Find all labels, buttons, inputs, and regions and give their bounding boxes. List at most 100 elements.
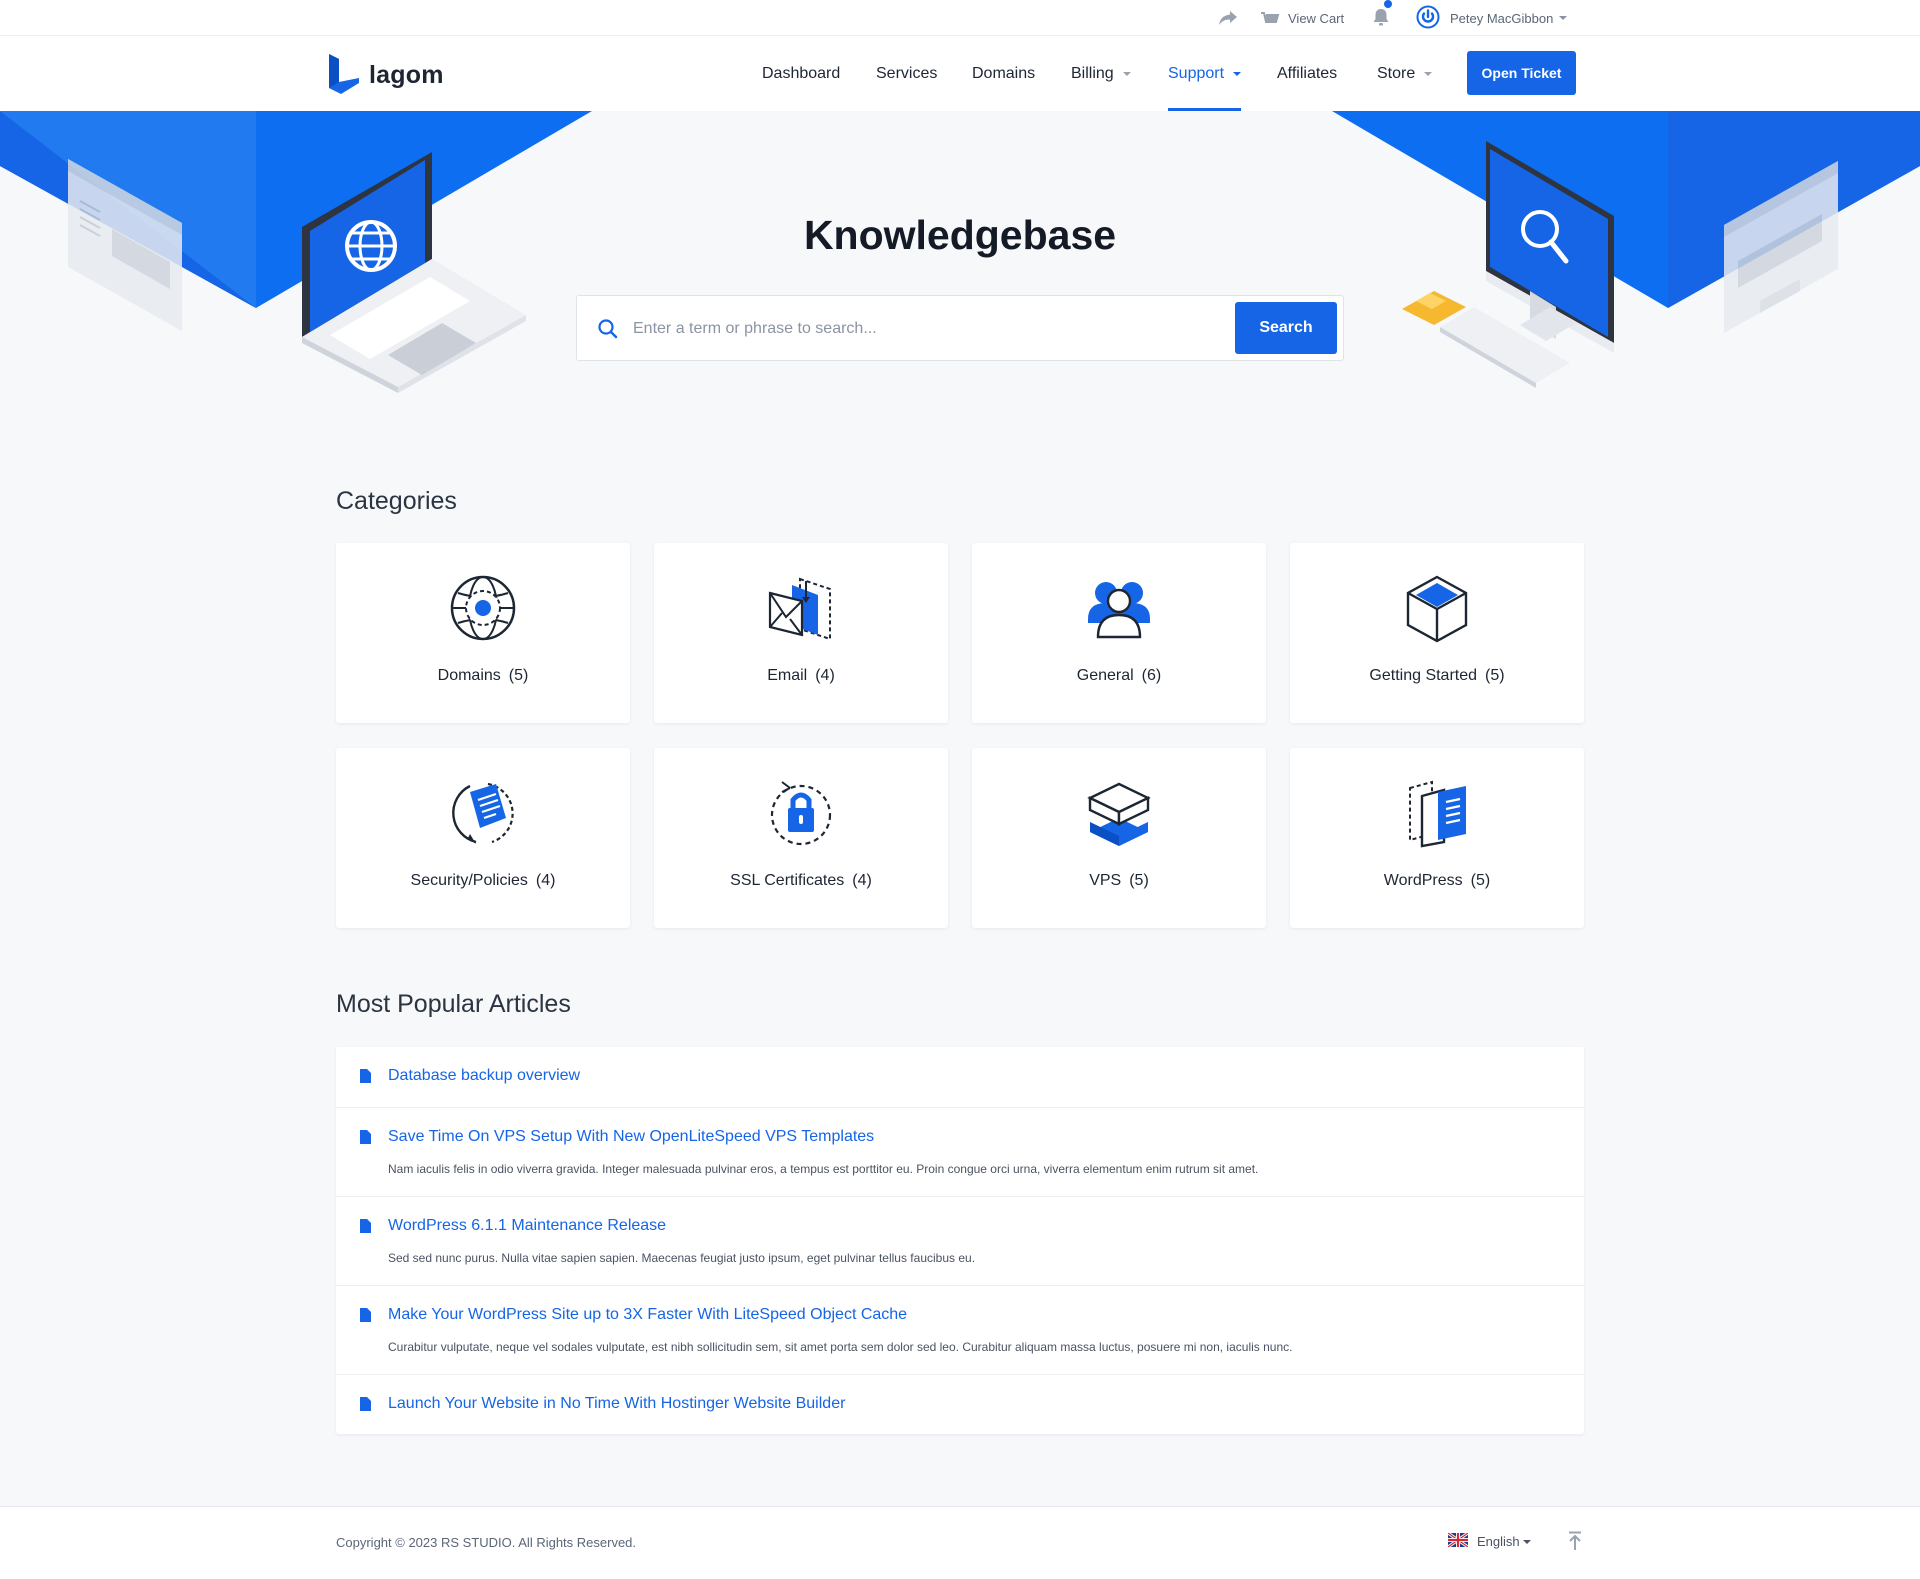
page-footer: Copyright © 2023 RS STUDIO. All Rights R… <box>0 1506 1920 1579</box>
nav-dashboard-label: Dashboard <box>762 64 841 82</box>
brand-logo[interactable]: lagom <box>327 52 444 99</box>
category-label: VPS (5) <box>972 872 1266 890</box>
chevron-down-icon <box>1122 71 1131 76</box>
popular-articles-heading: Most Popular Articles <box>336 990 571 1018</box>
category-count: (4) <box>535 872 556 889</box>
categories-heading: Categories <box>336 487 457 515</box>
lagom-logo-icon <box>327 52 361 99</box>
view-cart-label: View Cart <box>1288 10 1345 26</box>
nav-domains[interactable]: Domains <box>972 36 1035 111</box>
nav-store[interactable]: Store <box>1377 36 1433 111</box>
documents-icon <box>1402 778 1472 848</box>
article-item[interactable]: Save Time On VPS Setup With New OpenLite… <box>336 1108 1584 1197</box>
notification-dot <box>1384 0 1392 8</box>
category-card-domains[interactable]: Domains (5) <box>336 543 630 723</box>
nav-billing-label: Billing <box>1071 64 1114 82</box>
security-document-icon <box>448 778 518 848</box>
nav-affiliates-label: Affiliates <box>1277 64 1338 82</box>
category-name: Getting Started <box>1369 667 1478 684</box>
category-name: Email <box>767 667 808 684</box>
category-name: Domains <box>437 667 501 684</box>
category-label: Domains (5) <box>336 667 630 685</box>
utility-bar: View Cart Petey MacGibbon <box>0 0 1920 36</box>
category-name: General <box>1076 667 1134 684</box>
category-count: (5) <box>1129 872 1149 889</box>
nav-dashboard[interactable]: Dashboard <box>762 36 840 111</box>
nav-support[interactable]: Support <box>1168 36 1242 111</box>
back-to-top-icon[interactable] <box>1567 1531 1583 1556</box>
bell-icon <box>1372 7 1390 30</box>
category-card-ssl-certificates[interactable]: SSL Certificates (4) <box>654 748 948 928</box>
article-item[interactable]: Make Your WordPress Site up to 3X Faster… <box>336 1286 1584 1375</box>
category-card-email[interactable]: Email (4) <box>654 543 948 723</box>
category-label: General (6) <box>972 667 1266 685</box>
nav-affiliates[interactable]: Affiliates <box>1277 36 1337 111</box>
nav-services-label: Services <box>876 64 938 82</box>
main-navigation: lagom Dashboard Services Domains Billing… <box>0 36 1920 111</box>
email-icon <box>766 573 836 643</box>
document-icon <box>360 1219 371 1238</box>
cube-icon <box>1402 573 1472 643</box>
category-count: (6) <box>1141 667 1162 684</box>
brand-name: lagom <box>369 61 444 89</box>
category-name: Security/Policies <box>410 872 528 889</box>
category-count: (5) <box>1485 667 1505 684</box>
kb-search-form: Search <box>576 295 1344 361</box>
open-ticket-button[interactable]: Open Ticket <box>1467 51 1576 95</box>
category-label: WordPress (5) <box>1290 872 1584 890</box>
category-name: VPS <box>1089 872 1122 889</box>
hero-banner: Knowledgebase Search <box>0 111 1920 451</box>
chevron-down-icon <box>1233 71 1242 76</box>
article-title-link[interactable]: WordPress 6.1.1 Maintenance Release <box>388 1217 666 1235</box>
category-count: (5) <box>1470 872 1491 889</box>
user-name: Petey MacGibbon <box>1450 10 1554 26</box>
nav-store-label: Store <box>1377 64 1416 82</box>
article-item[interactable]: WordPress 6.1.1 Maintenance Release Sed … <box>336 1197 1584 1286</box>
category-count: (4) <box>815 667 835 684</box>
category-card-getting-started[interactable]: Getting Started (5) <box>1290 543 1584 723</box>
uk-flag-icon <box>1447 1531 1469 1550</box>
document-icon <box>360 1397 371 1416</box>
view-cart-link[interactable]: View Cart <box>1260 0 1344 36</box>
search-button[interactable]: Search <box>1235 302 1337 354</box>
globe-icon <box>448 573 518 643</box>
category-count: (5) <box>508 667 529 684</box>
chevron-down-icon <box>1424 71 1433 76</box>
language-selector[interactable]: English <box>1447 1531 1531 1550</box>
article-item[interactable]: Launch Your Website in No Time With Host… <box>336 1375 1584 1434</box>
article-title-link[interactable]: Save Time On VPS Setup With New OpenLite… <box>388 1128 874 1146</box>
copyright-text: Copyright © 2023 RS STUDIO. All Rights R… <box>336 1535 637 1550</box>
category-card-wordpress[interactable]: WordPress (5) <box>1290 748 1584 928</box>
article-title-link[interactable]: Launch Your Website in No Time With Host… <box>388 1395 845 1413</box>
article-title-link[interactable]: Database backup overview <box>388 1067 580 1085</box>
nav-services[interactable]: Services <box>876 36 937 111</box>
category-name: SSL Certificates <box>730 872 845 889</box>
category-card-security-policies[interactable]: Security/Policies (4) <box>336 748 630 928</box>
cart-icon <box>1260 9 1280 28</box>
notifications-button[interactable] <box>1372 0 1392 36</box>
share-icon[interactable] <box>1218 0 1238 36</box>
kb-search-input[interactable] <box>633 310 1233 348</box>
category-label: SSL Certificates (4) <box>654 872 948 890</box>
language-label: English <box>1477 1534 1520 1549</box>
search-icon <box>597 318 619 345</box>
hero-illustration <box>0 111 1920 393</box>
article-excerpt: Nam iaculis felis in odio viverra gravid… <box>388 1162 1259 1176</box>
lock-icon <box>766 778 836 848</box>
article-title-link[interactable]: Make Your WordPress Site up to 3X Faster… <box>388 1306 907 1324</box>
category-card-general[interactable]: General (6) <box>972 543 1266 723</box>
category-card-vps[interactable]: VPS (5) <box>972 748 1266 928</box>
nav-domains-label: Domains <box>972 64 1036 82</box>
document-icon <box>360 1130 371 1149</box>
article-excerpt: Sed sed nunc purus. Nulla vitae sapien s… <box>388 1251 976 1265</box>
user-menu[interactable]: Petey MacGibbon <box>1416 0 1568 36</box>
category-label: Security/Policies (4) <box>336 872 630 890</box>
category-label: Getting Started (5) <box>1290 667 1584 685</box>
article-item[interactable]: Database backup overview <box>336 1047 1584 1108</box>
nav-billing[interactable]: Billing <box>1071 36 1131 111</box>
page-title: Knowledgebase <box>803 212 1117 258</box>
power-icon <box>1416 5 1440 32</box>
article-excerpt: Curabitur vulputate, neque vel sodales v… <box>388 1340 1293 1354</box>
chevron-down-icon <box>1559 16 1568 20</box>
users-icon <box>1084 573 1154 643</box>
